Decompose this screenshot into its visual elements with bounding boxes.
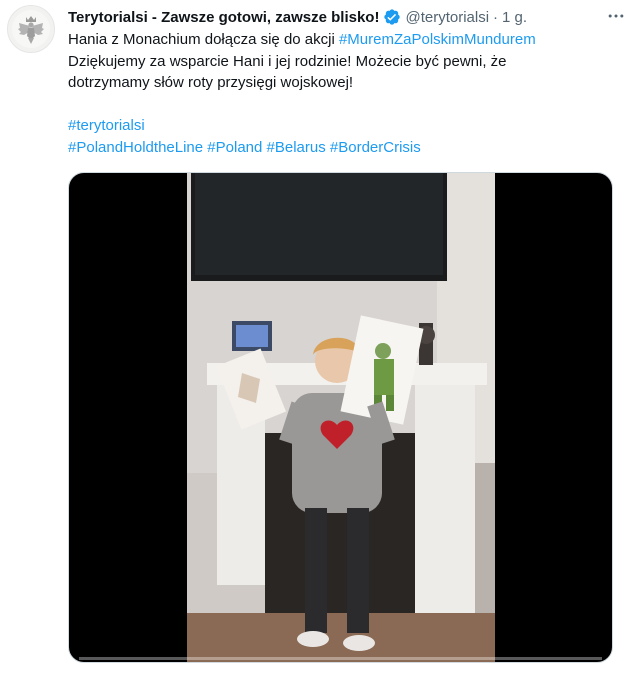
tweet-text-line-5: #terytorialsi: [68, 115, 628, 137]
header-separator: ·: [493, 8, 499, 26]
tweet-timestamp[interactable]: 1 g.: [502, 9, 527, 26]
tweet-text-line-2: Dziękujemy za wsparcie Hani i jej rodzin…: [68, 52, 507, 70]
video-progress-bar[interactable]: [79, 657, 602, 660]
video-frame[interactable]: [187, 173, 495, 663]
tweet-text-gap: [68, 94, 628, 116]
tweet-text-line-3: dotrzymamy słów roty przysięgi wojskowej…: [68, 74, 354, 91]
white-eagle-emblem-icon: [12, 10, 50, 48]
hashtag-link[interactable]: #PolandHoldtheLine: [68, 139, 203, 156]
tweet-text-line-6: #PolandHoldtheLine #Poland #Belarus #Bor…: [68, 137, 628, 159]
hashtag-link[interactable]: #BorderCrisis: [330, 139, 421, 156]
author-handle[interactable]: @terytorialsi: [405, 9, 489, 26]
tweet[interactable]: Terytorialsi - Zawsze gotowi, zawsze bli…: [0, 0, 640, 673]
video-player[interactable]: [68, 172, 613, 663]
more-options-icon[interactable]: [604, 4, 628, 28]
author-display-name[interactable]: Terytorialsi - Zawsze gotowi, zawsze bli…: [68, 9, 379, 26]
tweet-text-line-1: Hania z Monachium dołącza się do akcji #…: [68, 29, 628, 51]
hashtag-link[interactable]: #terytorialsi: [68, 117, 145, 134]
tweet-header: Terytorialsi - Zawsze gotowi, zawsze bli…: [68, 6, 628, 28]
hashtag-link[interactable]: #Poland: [207, 139, 262, 156]
hashtag-link[interactable]: #MuremZaPolskimMundurem: [339, 31, 536, 48]
hashtag-link[interactable]: #Belarus: [267, 139, 326, 156]
tweet-text: Hania z Monachium dołącza się do akcji #…: [68, 29, 628, 158]
verified-badge-icon[interactable]: [383, 8, 401, 26]
author-avatar[interactable]: [7, 5, 55, 53]
tweet-text-segment: Hania z Monachium dołącza się do akcji: [68, 31, 339, 48]
